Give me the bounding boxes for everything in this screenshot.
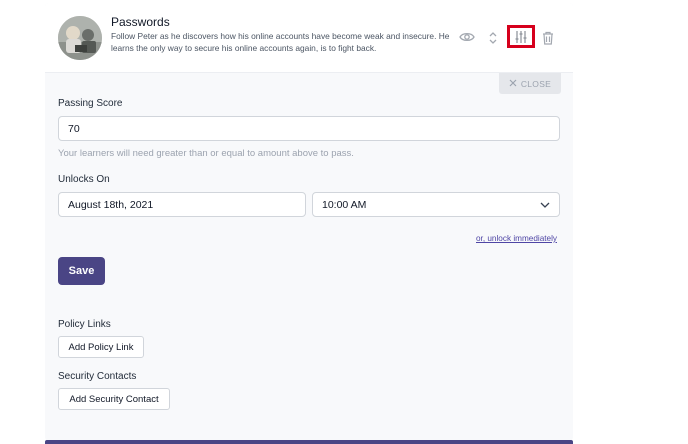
- module-description: Follow Peter as he discovers how his onl…: [111, 31, 450, 53]
- close-label: CLOSE: [520, 78, 552, 89]
- unlock-date-value: August 18th, 2021: [68, 198, 154, 211]
- chevron-up-down-icon[interactable]: [487, 29, 499, 47]
- trash-icon[interactable]: [541, 30, 555, 45]
- footer-bar: [45, 440, 573, 444]
- eye-icon[interactable]: [458, 30, 476, 44]
- module-thumbnail: [58, 16, 102, 60]
- chevron-down-icon: [540, 199, 550, 211]
- add-policy-link-button[interactable]: Add Policy Link: [58, 336, 144, 358]
- unlock-time-value: 10:00 AM: [322, 198, 367, 211]
- save-button[interactable]: Save: [58, 257, 105, 285]
- close-button[interactable]: CLOSE: [499, 73, 561, 94]
- module-header: Passwords Follow Peter as he discovers h…: [45, 3, 573, 73]
- unlocks-on-label: Unlocks On: [58, 174, 110, 185]
- unlock-date-input[interactable]: August 18th, 2021: [58, 192, 306, 217]
- unlock-immediately-link[interactable]: or, unlock immediately: [476, 234, 557, 243]
- passing-score-help: Your learners will need greater than or …: [58, 148, 354, 159]
- passing-score-label: Passing Score: [58, 98, 123, 109]
- sliders-icon[interactable]: [507, 25, 535, 48]
- unlock-time-select[interactable]: 10:00 AM: [312, 192, 560, 217]
- close-icon: [509, 79, 517, 89]
- module-settings-card: Passwords Follow Peter as he discovers h…: [45, 3, 573, 441]
- add-security-contact-button[interactable]: Add Security Contact: [58, 388, 170, 410]
- policy-links-label: Policy Links: [58, 319, 111, 330]
- module-title: Passwords: [111, 15, 170, 29]
- security-contacts-label: Security Contacts: [58, 371, 137, 382]
- passing-score-value: 70: [68, 122, 80, 135]
- passing-score-input[interactable]: 70: [58, 116, 560, 141]
